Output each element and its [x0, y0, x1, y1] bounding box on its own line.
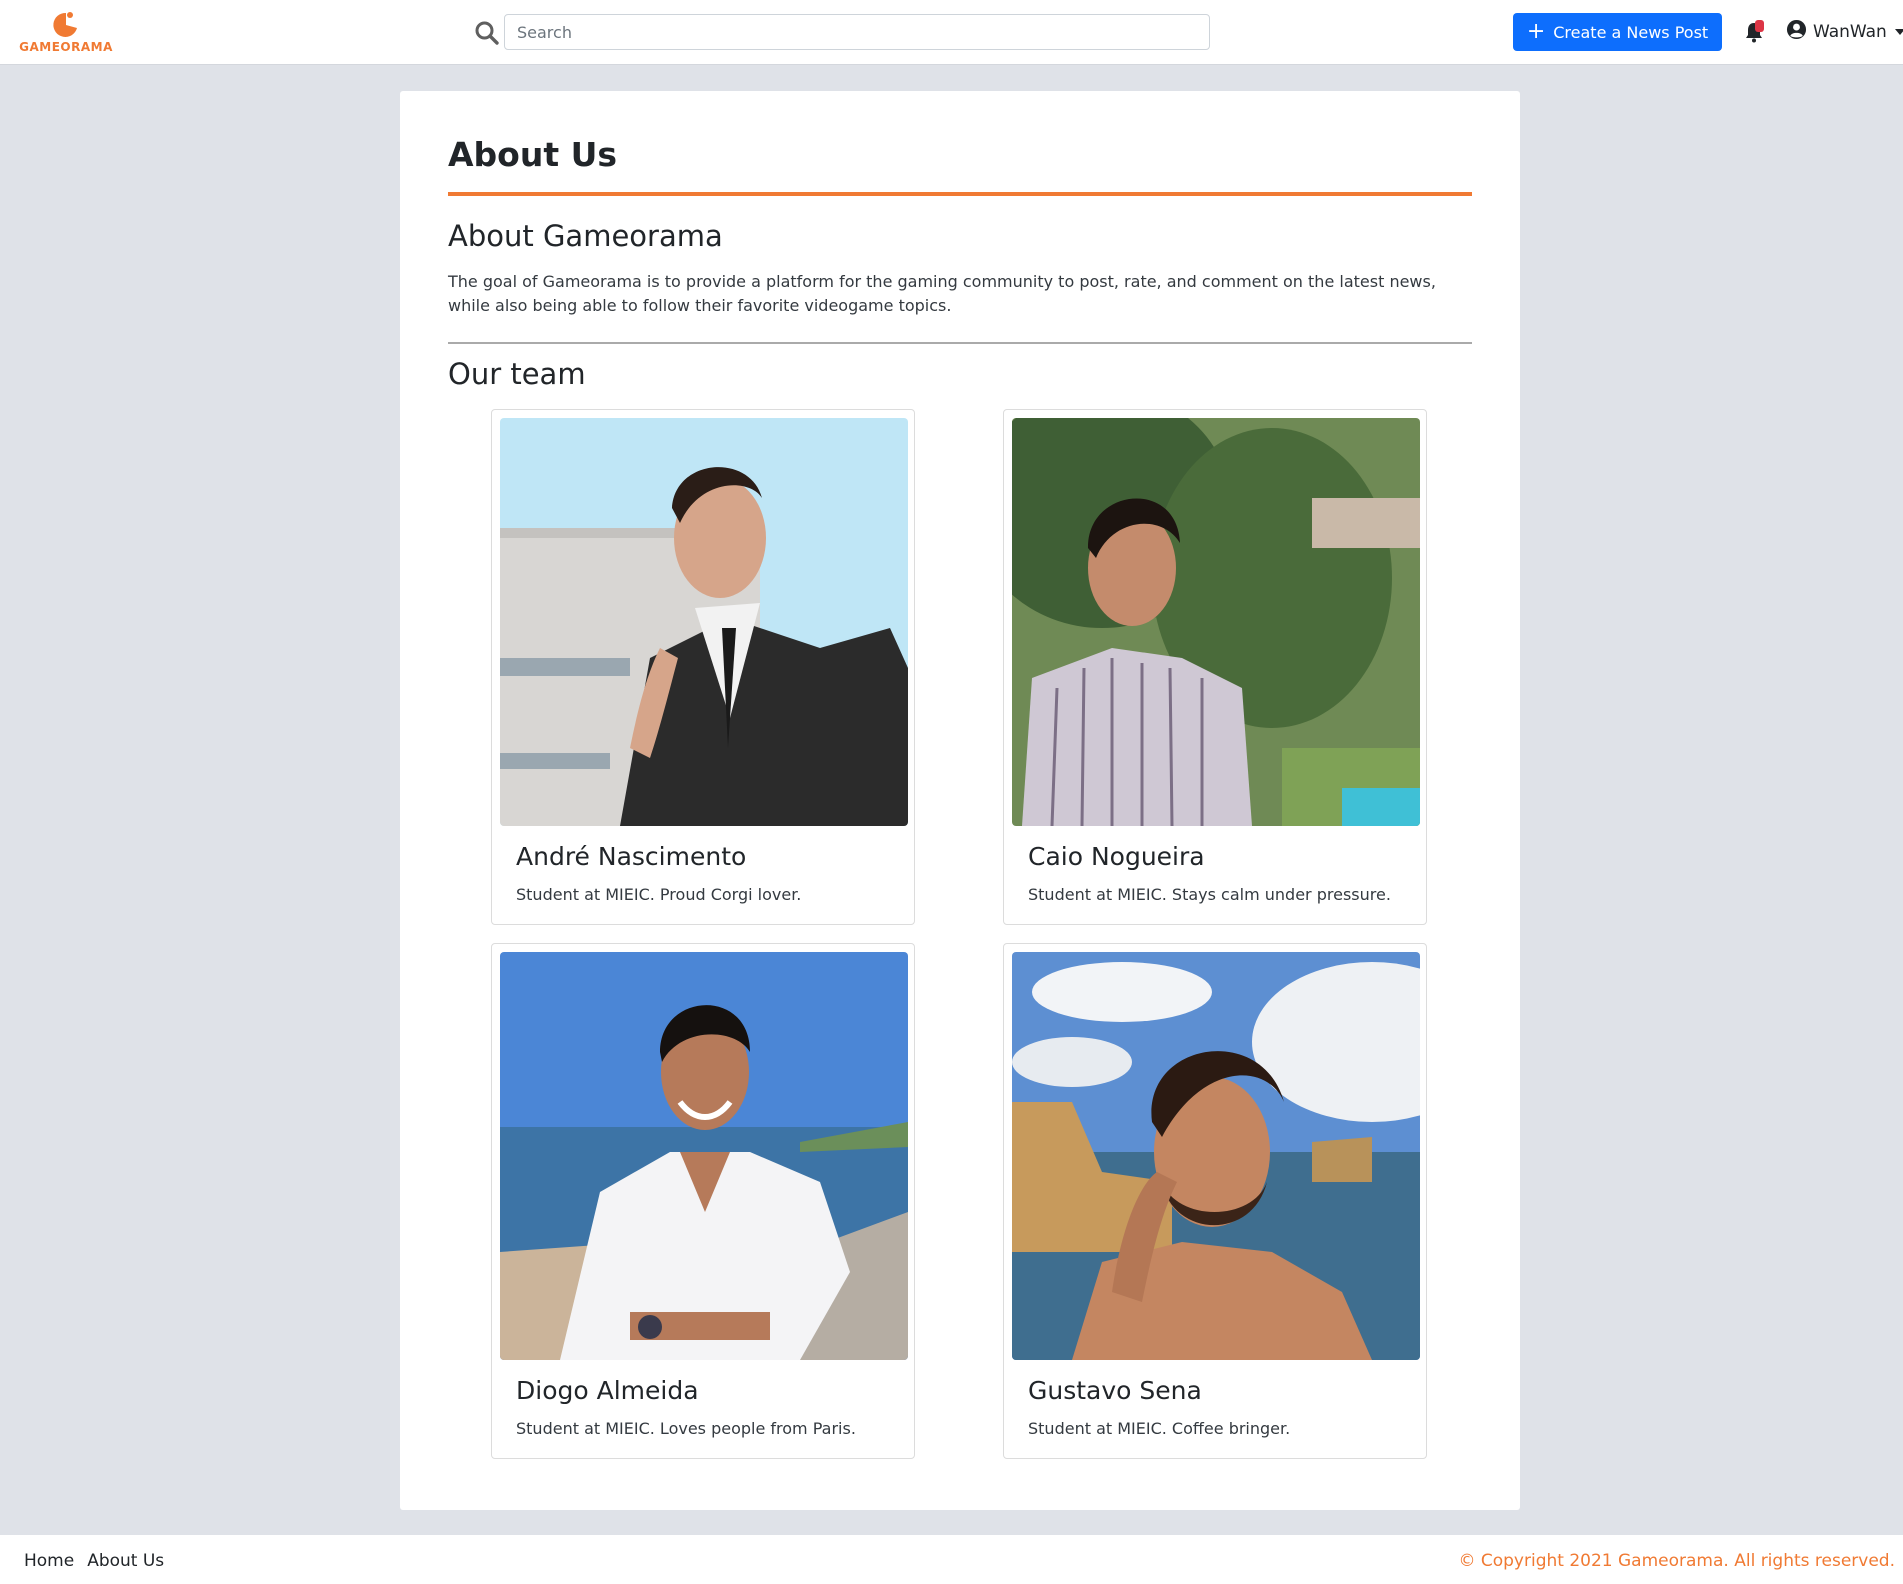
page-title: About Us [448, 135, 618, 174]
member-name: Gustavo Sena [1028, 1376, 1202, 1405]
title-divider [448, 192, 1472, 196]
about-card: About Us About Gameorama The goal of Gam… [400, 91, 1520, 1510]
member-name: André Nascimento [516, 842, 747, 871]
team-member-card: Gustavo Sena Student at MIEIC. Coffee br… [1003, 943, 1427, 1459]
member-photo [500, 418, 908, 826]
member-name: Diogo Almeida [516, 1376, 699, 1405]
footer-nav: Home About Us [24, 1551, 164, 1571]
gameorama-logo[interactable]: GAMEORAMA [18, 10, 114, 56]
user-circle-icon [1786, 19, 1807, 45]
search-input[interactable] [504, 14, 1210, 50]
chevron-down-icon [1894, 29, 1903, 35]
member-description: Student at MIEIC. Proud Corgi lover. [516, 885, 802, 904]
top-navbar: GAMEORAMA + Create a News Post WanWan [0, 0, 1903, 65]
member-photo [1012, 952, 1420, 1360]
team-member-card: André Nascimento Student at MIEIC. Proud… [491, 409, 915, 925]
username: WanWan [1813, 22, 1887, 42]
footer-link-about-us[interactable]: About Us [87, 1551, 164, 1571]
copyright-text: © Copyright 2021 Gameorama. All rights r… [1458, 1551, 1895, 1571]
member-description: Student at MIEIC. Stays calm under press… [1028, 885, 1391, 904]
team-member-card: Caio Nogueira Student at MIEIC. Stays ca… [1003, 409, 1427, 925]
pacman-logo-icon [53, 12, 77, 37]
member-name: Caio Nogueira [1028, 842, 1205, 871]
member-photo [1012, 418, 1420, 826]
member-description: Student at MIEIC. Coffee bringer. [1028, 1419, 1291, 1438]
member-photo [500, 952, 908, 1360]
team-member-card: Diogo Almeida Student at MIEIC. Loves pe… [491, 943, 915, 1459]
create-news-post-button[interactable]: + Create a News Post [1513, 13, 1722, 51]
search-icon[interactable] [474, 20, 500, 46]
notification-badge [1755, 20, 1764, 32]
section-divider [448, 342, 1472, 344]
create-news-post-label: Create a News Post [1553, 22, 1709, 42]
user-menu[interactable]: WanWan [1786, 18, 1903, 46]
about-text: The goal of Gameorama is to provide a pl… [448, 272, 1436, 315]
about-heading: About Gameorama [448, 219, 723, 253]
footer-link-home[interactable]: Home [24, 1551, 74, 1571]
footer: Home About Us © Copyright 2021 Gameorama… [0, 1535, 1903, 1584]
logo-wordmark: GAMEORAMA [19, 40, 113, 54]
member-description: Student at MIEIC. Loves people from Pari… [516, 1419, 856, 1438]
plus-icon: + [1526, 19, 1546, 44]
team-heading: Our team [448, 357, 586, 391]
